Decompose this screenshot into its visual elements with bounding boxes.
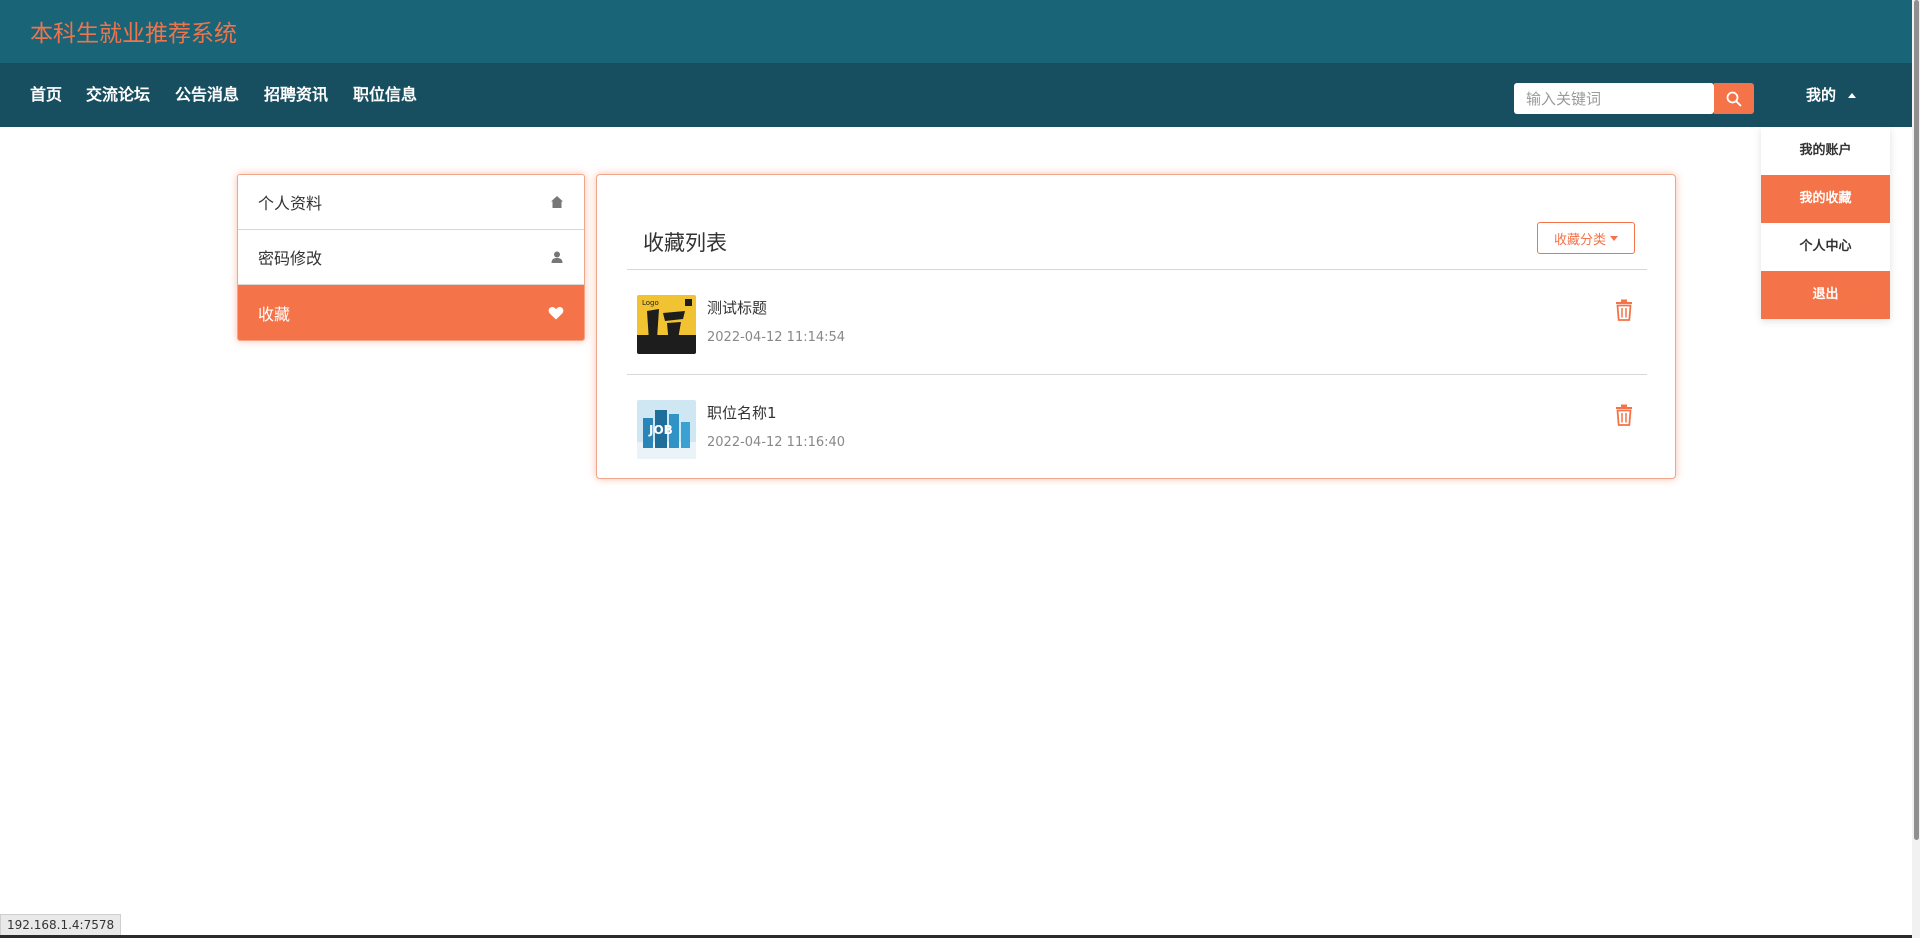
favorite-title[interactable]: 测试标题 [707, 297, 767, 318]
heart-icon [548, 306, 564, 319]
svg-text:Logo: Logo [642, 299, 659, 307]
favorite-item[interactable]: JOB 职位名称1 2022-04-12 11:16:40 [637, 400, 1647, 462]
nav-item-positions[interactable]: 职位信息 [353, 63, 417, 127]
dropdown-item-personal-center[interactable]: 个人中心 [1761, 223, 1890, 271]
favorite-title[interactable]: 职位名称1 [707, 402, 777, 423]
favorite-category-label: 收藏分类 [1553, 232, 1606, 248]
trash-icon[interactable] [1614, 299, 1634, 321]
side-item-label: 密码修改 [258, 249, 323, 268]
svg-text:JOB: JOB [648, 423, 673, 437]
nav-item-home[interactable]: 首页 [30, 63, 62, 127]
favorite-thumbnail: JOB [637, 400, 696, 459]
trash-icon[interactable] [1614, 404, 1634, 426]
side-item-label: 收藏 [258, 304, 291, 324]
favorite-thumbnail: Logo [637, 295, 696, 354]
nav-item-notices[interactable]: 公告消息 [175, 63, 239, 127]
side-item-profile[interactable]: 个人资料 [238, 175, 584, 230]
divider [627, 269, 1647, 270]
favorite-time: 2022-04-12 11:14:54 [707, 330, 846, 345]
search-icon [1726, 91, 1742, 106]
side-item-label: 个人资料 [258, 194, 323, 213]
nav-item-forum[interactable]: 交流论坛 [86, 63, 150, 127]
site-title[interactable]: 本科生就业推荐系统 [30, 14, 237, 48]
scrollbar-thumb[interactable] [1914, 0, 1919, 840]
favorites-panel: 收藏列表 收藏分类 Logo 测试标题 2022-04-12 11:14:54 [596, 174, 1676, 479]
my-dropdown-menu: 我的账户 我的收藏 个人中心 退出 [1761, 127, 1890, 319]
browser-status-url: 192.168.1.4:7578 [0, 914, 122, 936]
user-icon [551, 251, 563, 263]
mouse-cursor [1838, 282, 1868, 312]
side-item-favorites[interactable]: 收藏 [238, 285, 584, 340]
caret-up-icon [1848, 93, 1857, 98]
dropdown-item-account[interactable]: 我的账户 [1761, 127, 1890, 175]
divider [627, 374, 1647, 375]
caret-down-icon [1610, 235, 1618, 241]
my-menu-label: 我的 [1806, 86, 1837, 104]
home-icon [551, 196, 563, 208]
favorite-time: 2022-04-12 11:16:40 [707, 435, 846, 450]
top-header: 本科生就业推荐系统 [0, 0, 1920, 63]
side-item-password[interactable]: 密码修改 [238, 230, 584, 285]
search-input[interactable] [1514, 83, 1714, 114]
favorite-category-button[interactable]: 收藏分类 [1537, 222, 1635, 254]
dropdown-item-favorites[interactable]: 我的收藏 [1761, 175, 1890, 223]
search-button[interactable] [1714, 83, 1754, 114]
my-menu-button[interactable]: 我的 [1806, 63, 1857, 127]
nav-item-recruitment-news[interactable]: 招聘资讯 [264, 63, 328, 127]
favorite-item[interactable]: Logo 测试标题 2022-04-12 11:14:54 [637, 295, 1647, 357]
side-menu: 个人资料 密码修改 收藏 [237, 174, 585, 341]
dropdown-item-logout[interactable]: 退出 [1761, 271, 1890, 319]
favorites-title: 收藏列表 [643, 231, 727, 255]
